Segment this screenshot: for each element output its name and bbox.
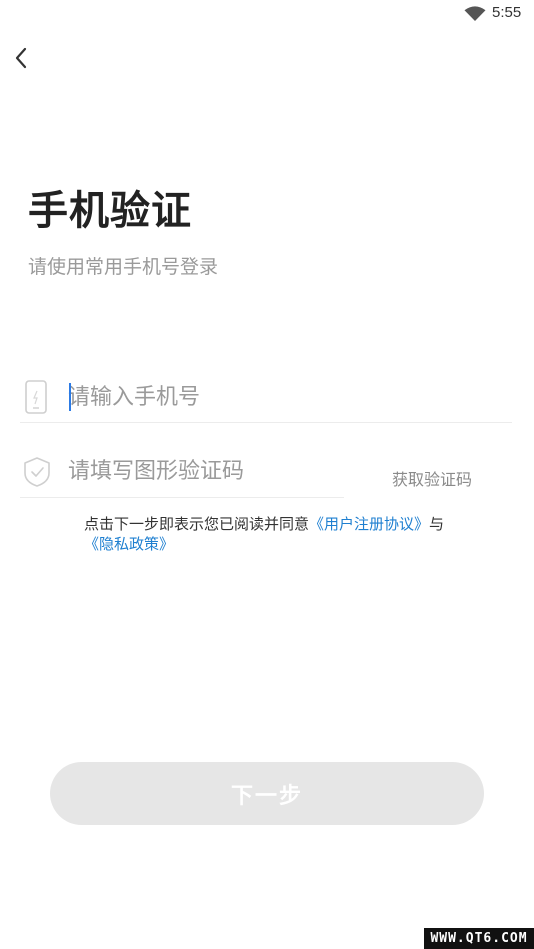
phone-field-row (20, 372, 512, 423)
page-title: 手机验证 (28, 188, 192, 234)
next-button[interactable]: 下一步 (50, 762, 484, 825)
privacy-policy-link[interactable]: 《隐私政策》 (84, 535, 174, 553)
agreement-conjunction: 与 (429, 515, 445, 533)
watermark: WWW.QT6.COM (424, 928, 534, 949)
agreement-prefix: 点击下一步即表示您已阅读并同意 (84, 515, 310, 533)
page-subtitle: 请使用常用手机号登录 (28, 256, 219, 278)
get-code-button[interactable]: 获取验证码 (392, 466, 472, 490)
status-bar: 5:55 (0, 0, 534, 30)
text-caret (69, 383, 71, 411)
shield-icon (24, 457, 50, 487)
phone-icon (25, 380, 47, 414)
agreement-text: 点击下一步即表示您已阅读并同意《用户注册协议》与《隐私政策》 (84, 514, 530, 554)
phone-input[interactable] (68, 378, 498, 416)
status-time: 5:55 (492, 4, 522, 21)
back-button[interactable] (8, 42, 38, 74)
wifi-icon (464, 6, 486, 21)
captcha-field-row (20, 448, 344, 498)
chevron-left-icon (15, 47, 27, 69)
user-agreement-link[interactable]: 《用户注册协议》 (309, 515, 429, 533)
captcha-input[interactable] (68, 452, 338, 490)
